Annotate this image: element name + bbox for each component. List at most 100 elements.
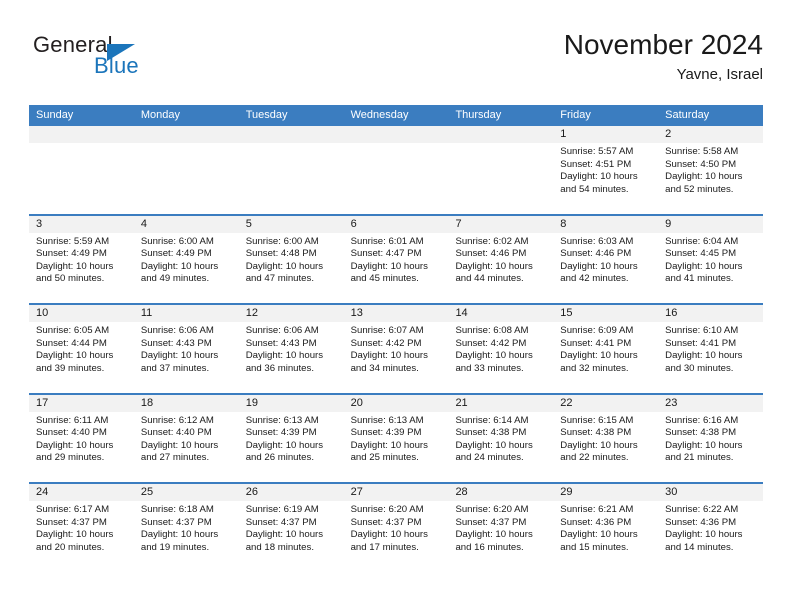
day-cell[interactable]: 21 Sunrise: 6:14 AM Sunset: 4:38 PM Dayl… — [448, 394, 554, 482]
day-details: Sunrise: 6:01 AM Sunset: 4:47 PM Dayligh… — [344, 233, 449, 286]
day-cell[interactable]: 30 Sunrise: 6:22 AM Sunset: 4:36 PM Dayl… — [658, 484, 764, 572]
day-details: Sunrise: 5:58 AM Sunset: 4:50 PM Dayligh… — [658, 143, 763, 196]
day-cell[interactable] — [29, 126, 134, 214]
day-cell[interactable]: 2 Sunrise: 5:58 AM Sunset: 4:50 PM Dayli… — [658, 126, 764, 214]
day-number: 3 — [29, 215, 134, 233]
day-number: 13 — [343, 305, 449, 322]
daylight-text-line1: Daylight: 10 hours — [245, 350, 324, 362]
daylight-text-line2: and 44 minutes. — [455, 273, 524, 285]
daylight-text-line2: and 15 minutes. — [560, 541, 629, 553]
sunrise-text: Sunrise: 6:01 AM — [350, 235, 424, 247]
day-cell[interactable] — [133, 126, 239, 214]
day-details: Sunrise: 6:13 AM Sunset: 4:39 PM Dayligh… — [344, 412, 449, 465]
sunrise-text: Sunrise: 6:00 AM — [245, 235, 319, 247]
day-number — [133, 126, 239, 143]
calendar-week-row: 1 Sunrise: 5:57 AM Sunset: 4:51 PM Dayli… — [29, 126, 764, 214]
day-cell[interactable]: 8 Sunrise: 6:03 AM Sunset: 4:46 PM Dayli… — [553, 215, 659, 303]
day-cell[interactable]: 4 Sunrise: 6:00 AM Sunset: 4:49 PM Dayli… — [133, 215, 239, 303]
page-header: General Blue November 2024 Yavne, Israel — [29, 28, 763, 96]
day-details — [134, 143, 239, 146]
day-cell[interactable]: 1 Sunrise: 5:57 AM Sunset: 4:51 PM Dayli… — [553, 126, 659, 214]
day-cell[interactable]: 20 Sunrise: 6:13 AM Sunset: 4:39 PM Dayl… — [343, 394, 449, 482]
daylight-text-line1: Daylight: 10 hours — [245, 529, 324, 541]
day-cell[interactable]: 15 Sunrise: 6:09 AM Sunset: 4:41 PM Dayl… — [553, 305, 659, 393]
day-details: Sunrise: 6:18 AM Sunset: 4:37 PM Dayligh… — [134, 501, 239, 554]
day-cell[interactable]: 11 Sunrise: 6:06 AM Sunset: 4:43 PM Dayl… — [133, 305, 239, 393]
day-cell[interactable]: 24 Sunrise: 6:17 AM Sunset: 4:37 PM Dayl… — [29, 484, 134, 572]
day-cell[interactable]: 12 Sunrise: 6:06 AM Sunset: 4:43 PM Dayl… — [238, 305, 344, 393]
day-details: Sunrise: 6:03 AM Sunset: 4:46 PM Dayligh… — [553, 233, 658, 286]
sunrise-text: Sunrise: 6:20 AM — [455, 504, 529, 515]
daylight-text-line2: and 33 minutes. — [455, 362, 524, 374]
day-cell[interactable]: 22 Sunrise: 6:15 AM Sunset: 4:38 PM Dayl… — [553, 394, 659, 482]
day-cell[interactable]: 5 Sunrise: 6:00 AM Sunset: 4:48 PM Dayli… — [238, 215, 344, 303]
generalblue-logo[interactable]: General Blue — [33, 32, 263, 88]
day-cell[interactable]: 7 Sunrise: 6:02 AM Sunset: 4:46 PM Dayli… — [448, 215, 554, 303]
daylight-text-line1: Daylight: 10 hours — [560, 439, 638, 451]
calendar-grid: Sunday Monday Tuesday Wednesday Thursday… — [29, 105, 764, 572]
daylight-text-line1: Daylight: 10 hours — [350, 529, 428, 541]
day-cell[interactable] — [343, 126, 449, 214]
day-number: 17 — [29, 394, 134, 412]
daylight-text-line1: Daylight: 10 hours — [560, 350, 638, 362]
day-cell[interactable]: 9 Sunrise: 6:04 AM Sunset: 4:45 PM Dayli… — [658, 215, 764, 303]
day-cell[interactable]: 6 Sunrise: 6:01 AM Sunset: 4:47 PM Dayli… — [343, 215, 449, 303]
daylight-text-line2: and 52 minutes. — [665, 183, 734, 195]
daylight-text-line1: Daylight: 10 hours — [245, 439, 324, 451]
day-cell[interactable]: 28 Sunrise: 6:20 AM Sunset: 4:37 PM Dayl… — [448, 484, 554, 572]
sunset-text: Sunset: 4:47 PM — [350, 248, 422, 260]
sunset-text: Sunset: 4:38 PM — [560, 427, 632, 439]
day-cell[interactable]: 23 Sunrise: 6:16 AM Sunset: 4:38 PM Dayl… — [658, 394, 764, 482]
day-cell[interactable]: 25 Sunrise: 6:18 AM Sunset: 4:37 PM Dayl… — [133, 484, 239, 572]
daylight-text-line2: and 45 minutes. — [350, 273, 419, 285]
sunrise-text: Sunrise: 5:57 AM — [560, 146, 634, 157]
weekday-header-wednesday: Wednesday — [350, 109, 409, 121]
sunset-text: Sunset: 4:36 PM — [560, 516, 632, 528]
title-block: November 2024 Yavne, Israel — [564, 28, 763, 84]
sunrise-text: Sunrise: 6:15 AM — [560, 414, 634, 426]
day-cell[interactable]: 26 Sunrise: 6:19 AM Sunset: 4:37 PM Dayl… — [238, 484, 344, 572]
daylight-text-line2: and 24 minutes. — [455, 452, 524, 464]
daylight-text-line1: Daylight: 10 hours — [245, 260, 324, 272]
day-number: 24 — [29, 484, 134, 501]
calendar-page: General Blue November 2024 Yavne, Israel… — [0, 0, 792, 612]
day-cell[interactable] — [448, 126, 554, 214]
day-details: Sunrise: 5:59 AM Sunset: 4:49 PM Dayligh… — [29, 233, 134, 286]
daylight-text-line2: and 18 minutes. — [245, 541, 314, 553]
sunrise-text: Sunrise: 6:00 AM — [140, 235, 214, 247]
day-cell[interactable]: 17 Sunrise: 6:11 AM Sunset: 4:40 PM Dayl… — [29, 394, 134, 482]
day-details: Sunrise: 6:13 AM Sunset: 4:39 PM Dayligh… — [239, 412, 344, 465]
day-cell[interactable] — [238, 126, 344, 214]
day-number: 28 — [448, 484, 554, 501]
day-number: 27 — [343, 484, 449, 501]
weekday-header-sunday: Sunday — [36, 109, 74, 121]
day-number: 5 — [238, 215, 344, 233]
sunset-text: Sunset: 4:37 PM — [36, 516, 107, 528]
day-cell[interactable]: 27 Sunrise: 6:20 AM Sunset: 4:37 PM Dayl… — [343, 484, 449, 572]
day-details: Sunrise: 6:02 AM Sunset: 4:46 PM Dayligh… — [448, 233, 553, 286]
day-details: Sunrise: 6:21 AM Sunset: 4:36 PM Dayligh… — [553, 501, 658, 554]
day-cell[interactable]: 10 Sunrise: 6:05 AM Sunset: 4:44 PM Dayl… — [29, 305, 134, 393]
sunrise-text: Sunrise: 5:59 AM — [36, 235, 110, 247]
day-cell[interactable]: 13 Sunrise: 6:07 AM Sunset: 4:42 PM Dayl… — [343, 305, 449, 393]
day-number: 22 — [553, 394, 659, 412]
day-number: 9 — [658, 215, 764, 233]
day-cell[interactable]: 14 Sunrise: 6:08 AM Sunset: 4:42 PM Dayl… — [448, 305, 554, 393]
weekday-header-tuesday: Tuesday — [245, 109, 288, 121]
day-cell[interactable]: 3 Sunrise: 5:59 AM Sunset: 4:49 PM Dayli… — [29, 215, 134, 303]
weekday-header-thursday: Thursday — [455, 109, 502, 121]
daylight-text-line1: Daylight: 10 hours — [350, 439, 428, 451]
sunset-text: Sunset: 4:37 PM — [455, 516, 527, 528]
day-cell[interactable]: 19 Sunrise: 6:13 AM Sunset: 4:39 PM Dayl… — [238, 394, 344, 482]
sunset-text: Sunset: 4:38 PM — [665, 427, 737, 439]
day-cell[interactable]: 16 Sunrise: 6:10 AM Sunset: 4:41 PM Dayl… — [658, 305, 764, 393]
daylight-text-line2: and 42 minutes. — [560, 273, 629, 285]
day-number: 10 — [29, 305, 134, 322]
day-number: 6 — [343, 215, 449, 233]
sunset-text: Sunset: 4:39 PM — [350, 427, 422, 439]
day-cell[interactable]: 18 Sunrise: 6:12 AM Sunset: 4:40 PM Dayl… — [133, 394, 239, 482]
sunset-text: Sunset: 4:46 PM — [455, 248, 527, 260]
sunset-text: Sunset: 4:43 PM — [245, 337, 317, 349]
day-cell[interactable]: 29 Sunrise: 6:21 AM Sunset: 4:36 PM Dayl… — [553, 484, 659, 572]
sunset-text: Sunset: 4:42 PM — [455, 337, 527, 349]
